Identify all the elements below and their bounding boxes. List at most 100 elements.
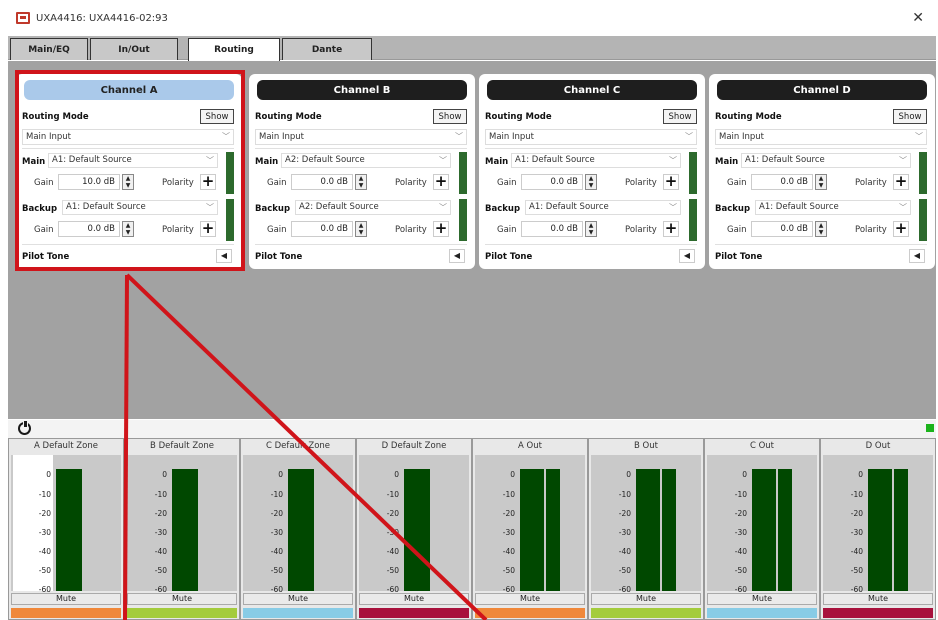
main-polarity-button[interactable]: +: [663, 174, 679, 190]
mute-button[interactable]: Mute: [591, 593, 701, 605]
scale-label: -10: [270, 490, 283, 499]
pilot-tone-expand-icon[interactable]: ◀: [449, 249, 465, 263]
spin-up-icon[interactable]: ▲: [123, 175, 133, 182]
backup-gain-stepper[interactable]: ▲ ▼: [355, 221, 367, 237]
tab-main-eq[interactable]: Main/EQ: [10, 38, 88, 60]
spin-up-icon[interactable]: ▲: [123, 222, 133, 229]
spin-down-icon[interactable]: ▼: [816, 229, 826, 236]
main-gain-stepper[interactable]: ▲ ▼: [585, 174, 597, 190]
scale-label: -20: [618, 509, 631, 518]
backup-gain-input[interactable]: 0.0 dB: [291, 221, 353, 237]
spin-down-icon[interactable]: ▼: [586, 229, 596, 236]
main-gain-input[interactable]: 0.0 dB: [751, 174, 813, 190]
backup-level-indicator: [919, 199, 927, 241]
main-gain-input[interactable]: 0.0 dB: [521, 174, 583, 190]
routing-mode-dropdown[interactable]: Main Input ﹀: [485, 129, 697, 145]
spin-up-icon[interactable]: ▲: [586, 175, 596, 182]
mute-button[interactable]: Mute: [359, 593, 469, 605]
tab-dante[interactable]: Dante: [282, 38, 372, 60]
scale-label: -40: [386, 547, 399, 556]
backup-gain-input[interactable]: 0.0 dB: [58, 221, 120, 237]
mute-button[interactable]: Mute: [823, 593, 933, 605]
pilot-tone-expand-icon[interactable]: ◀: [679, 249, 695, 263]
backup-source-dropdown[interactable]: A1: Default Source ﹀: [755, 200, 911, 215]
mute-button[interactable]: Mute: [475, 593, 585, 605]
main-gain-stepper[interactable]: ▲ ▼: [815, 174, 827, 190]
backup-polarity-button[interactable]: +: [200, 221, 216, 237]
backup-gain-input[interactable]: 0.0 dB: [521, 221, 583, 237]
main-gain-stepper[interactable]: ▲ ▼: [122, 174, 134, 190]
spin-down-icon[interactable]: ▼: [356, 229, 366, 236]
pilot-tone-expand-icon[interactable]: ◀: [216, 249, 232, 263]
show-button[interactable]: Show: [200, 109, 234, 124]
main-gain-input[interactable]: 0.0 dB: [291, 174, 353, 190]
channel-header[interactable]: Channel C: [487, 80, 697, 100]
power-icon[interactable]: [18, 420, 31, 435]
spin-up-icon[interactable]: ▲: [816, 222, 826, 229]
main-source-dropdown[interactable]: A1: Default Source ﹀: [741, 153, 911, 168]
tab-in-out[interactable]: In/Out: [90, 38, 178, 60]
meter-body: 0 -10 -20 -30 -40 -50 -60: [707, 455, 817, 594]
spin-down-icon[interactable]: ▼: [586, 182, 596, 189]
main-polarity-button[interactable]: +: [893, 174, 909, 190]
main-polarity-button[interactable]: +: [433, 174, 449, 190]
backup-gain-stepper[interactable]: ▲ ▼: [585, 221, 597, 237]
backup-source-dropdown[interactable]: A1: Default Source ﹀: [525, 200, 681, 215]
channel-header[interactable]: Channel D: [717, 80, 927, 100]
main-gain-stepper[interactable]: ▲ ▼: [355, 174, 367, 190]
pilot-tone-expand-icon[interactable]: ◀: [909, 249, 925, 263]
show-button[interactable]: Show: [893, 109, 927, 124]
main-source-dropdown[interactable]: A1: Default Source ﹀: [48, 153, 218, 168]
spin-down-icon[interactable]: ▼: [816, 182, 826, 189]
tab-routing[interactable]: Routing: [188, 38, 280, 61]
spin-down-icon[interactable]: ▼: [123, 229, 133, 236]
backup-gain-stepper[interactable]: ▲ ▼: [122, 221, 134, 237]
show-button[interactable]: Show: [433, 109, 467, 124]
divider: [715, 148, 927, 149]
channel-card: Channel A Routing Mode Show Main Input ﹀ Main…: [16, 74, 242, 269]
routing-mode-value: Main Input: [26, 132, 72, 142]
mute-button[interactable]: Mute: [127, 593, 237, 605]
meter-bank: A Default Zone 0 -10 -20 -30 -40 -50 -60 Mute B D…: [8, 438, 936, 620]
routing-mode-dropdown[interactable]: Main Input ﹀: [22, 129, 234, 145]
main-source-dropdown[interactable]: A1: Default Source ﹀: [511, 153, 681, 168]
backup-gain-input[interactable]: 0.0 dB: [751, 221, 813, 237]
mute-button[interactable]: Mute: [707, 593, 817, 605]
spin-up-icon[interactable]: ▲: [586, 222, 596, 229]
main-source-value: A1: Default Source: [52, 155, 132, 165]
spin-down-icon[interactable]: ▼: [356, 182, 366, 189]
backup-polarity-button[interactable]: +: [893, 221, 909, 237]
scale-label: -50: [38, 566, 51, 575]
routing-mode-dropdown[interactable]: Main Input ﹀: [255, 129, 467, 145]
meter-title: A Out: [518, 441, 542, 451]
backup-source-dropdown[interactable]: A1: Default Source ﹀: [62, 200, 218, 215]
show-button[interactable]: Show: [663, 109, 697, 124]
spin-up-icon[interactable]: ▲: [816, 175, 826, 182]
backup-source-dropdown[interactable]: A2: Default Source ﹀: [295, 200, 451, 215]
app-icon: [16, 12, 30, 24]
channel-header[interactable]: Channel A: [24, 80, 234, 100]
spin-down-icon[interactable]: ▼: [123, 182, 133, 189]
routing-mode-dropdown[interactable]: Main Input ﹀: [715, 129, 927, 145]
routing-mode-label: Routing Mode: [715, 112, 782, 122]
spin-up-icon[interactable]: ▲: [356, 175, 366, 182]
meter-bar-right: [894, 469, 908, 591]
meter-title: B Out: [634, 441, 658, 451]
meter-bar: [288, 469, 314, 591]
channel-header[interactable]: Channel B: [257, 80, 467, 100]
backup-label: Backup: [255, 204, 291, 214]
main-gain-input[interactable]: 10.0 dB: [58, 174, 120, 190]
mute-button[interactable]: Mute: [243, 593, 353, 605]
mute-button[interactable]: Mute: [11, 593, 121, 605]
backup-gain-stepper[interactable]: ▲ ▼: [815, 221, 827, 237]
backup-polarity-label: Polarity: [855, 225, 887, 235]
close-icon[interactable]: ✕: [912, 10, 924, 26]
main-source-value: A1: Default Source: [745, 155, 825, 165]
backup-polarity-button[interactable]: +: [663, 221, 679, 237]
scale-label: -40: [850, 547, 863, 556]
chevron-down-icon: ﹀: [669, 203, 677, 212]
main-polarity-button[interactable]: +: [200, 174, 216, 190]
backup-polarity-button[interactable]: +: [433, 221, 449, 237]
main-source-dropdown[interactable]: A2: Default Source ﹀: [281, 153, 451, 168]
spin-up-icon[interactable]: ▲: [356, 222, 366, 229]
